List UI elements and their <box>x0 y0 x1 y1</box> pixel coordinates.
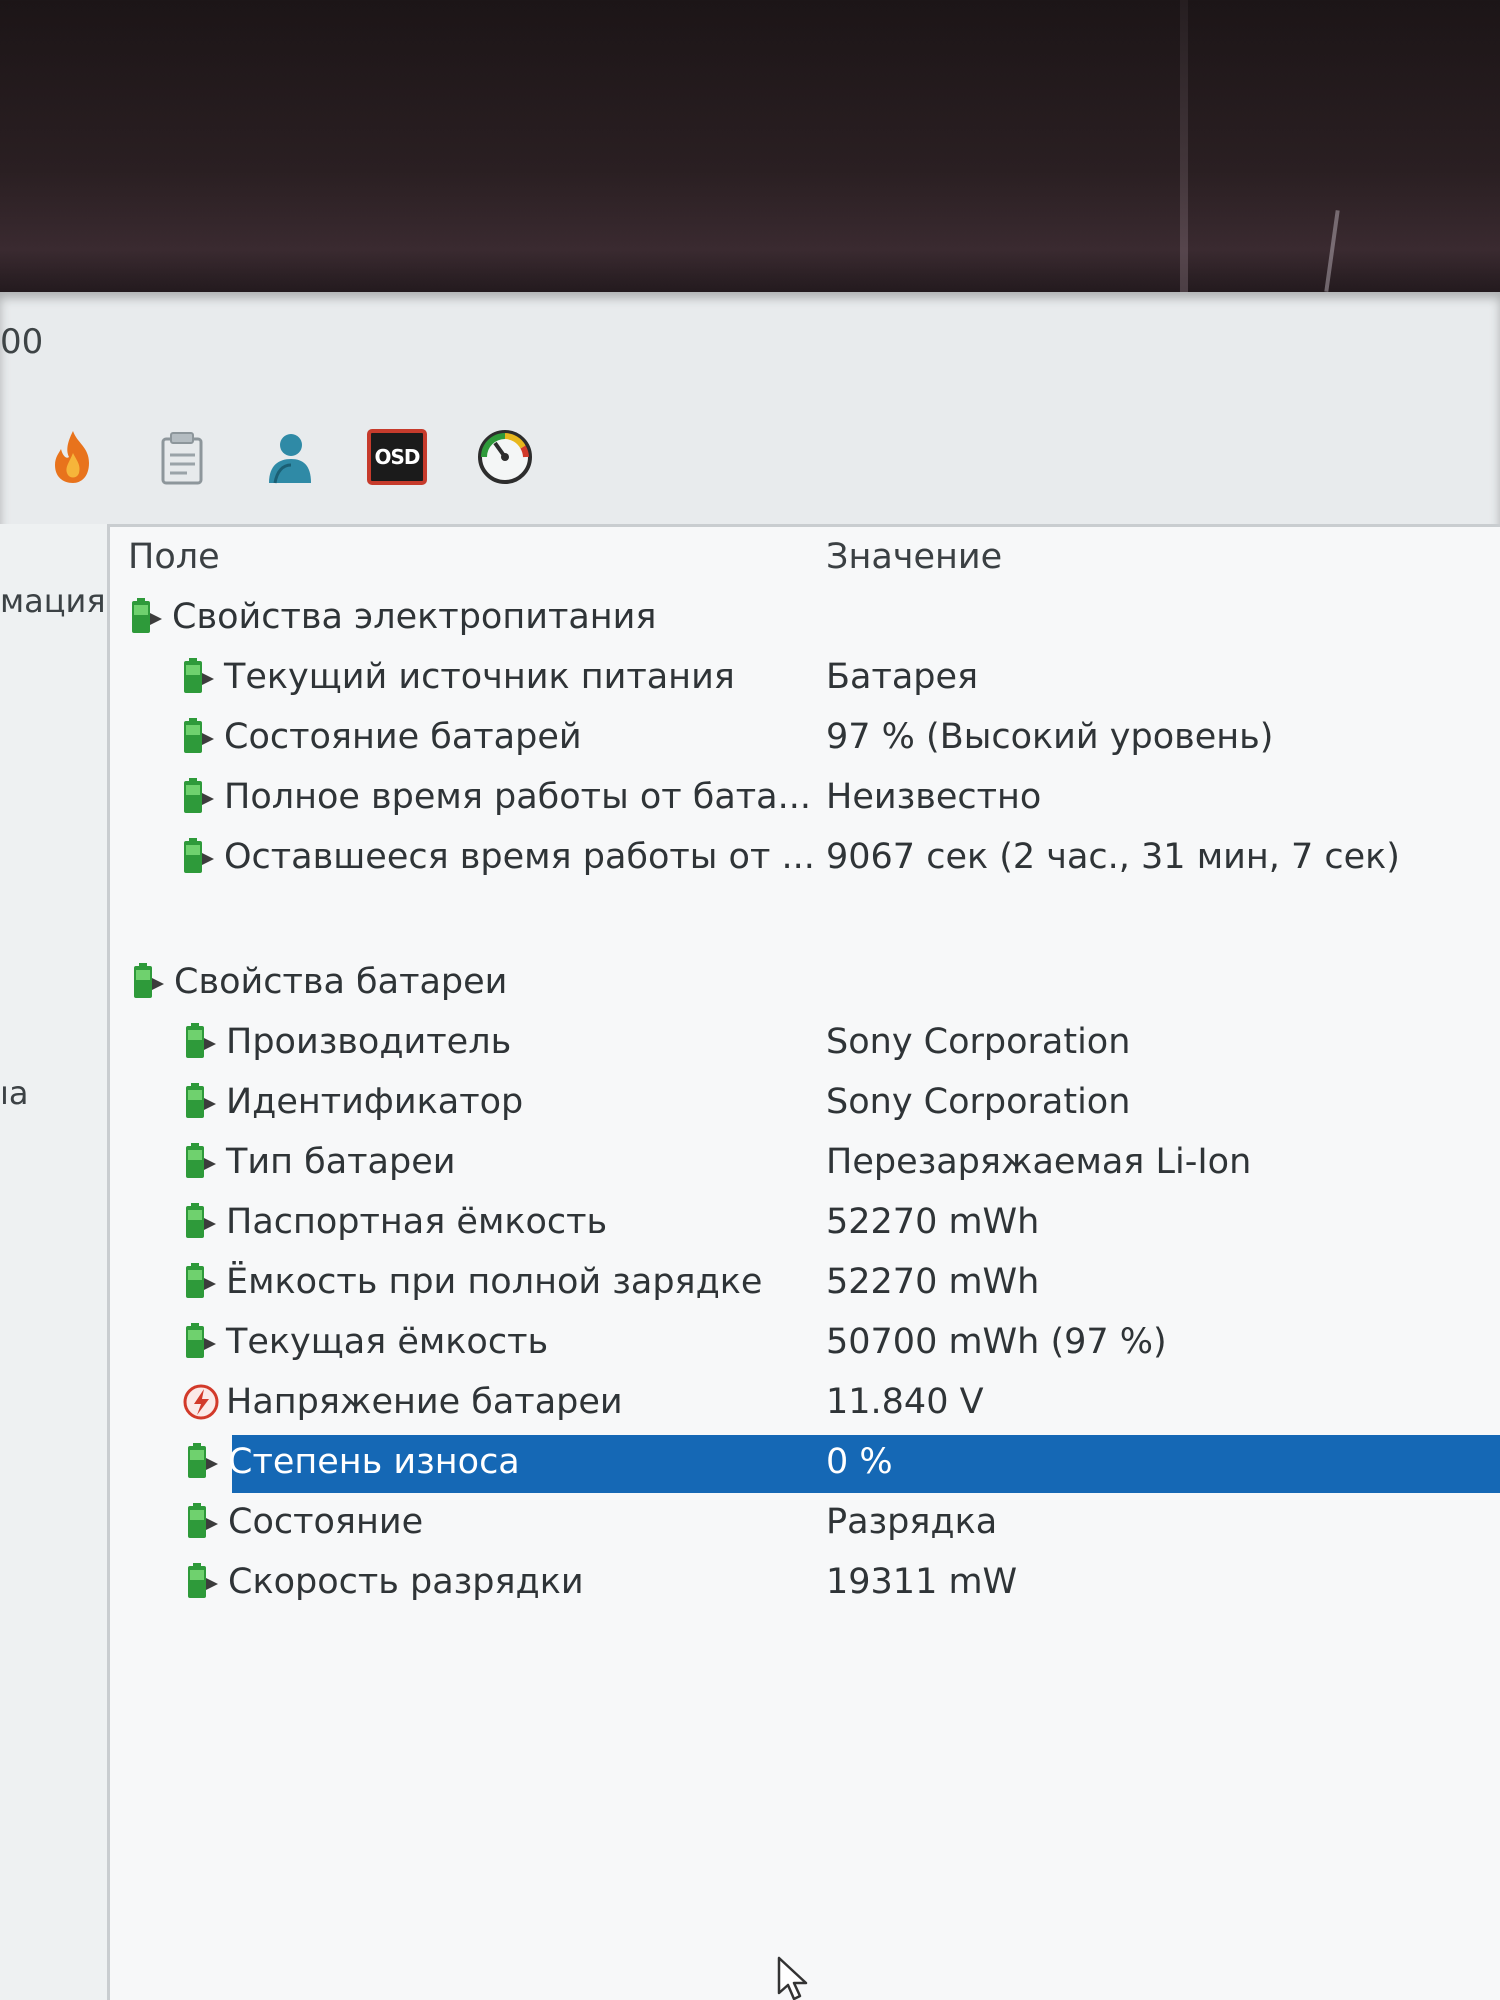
app-window: 00 OSD мация ıa Поле Значение Свойства э… <box>0 292 1500 2000</box>
field-label: Оставшееся время работы от ... <box>224 837 815 877</box>
osd-icon: OSD <box>367 429 427 485</box>
list-item[interactable]: Состояние батарей 97 % (Высокий уровень) <box>110 710 1500 770</box>
field-value: 52270 mWh <box>826 1262 1040 1302</box>
field-label: Текущая ёмкость <box>226 1322 549 1362</box>
battery-icon <box>184 838 214 873</box>
field-value: 9067 сек (2 час., 31 мин, 7 сек) <box>826 837 1400 877</box>
field-label: Состояние <box>228 1502 424 1542</box>
field-label: Ёмкость при полной зарядке <box>226 1262 763 1302</box>
field-label: Напряжение батареи <box>226 1382 623 1422</box>
toolbar: OSD <box>40 422 538 492</box>
list-item[interactable]: Напряжение батареи 11.840 V <box>110 1375 1500 1435</box>
field-value: 11.840 V <box>826 1382 984 1422</box>
sidebar-tree: мация ıa <box>0 524 110 2000</box>
battery-icon <box>186 1023 216 1058</box>
properties-list: Поле Значение Свойства электропитания Те… <box>110 524 1500 2000</box>
field-value: 19311 mW <box>826 1562 1018 1602</box>
list-header: Поле Значение <box>110 527 1500 585</box>
field-label: Производитель <box>226 1022 512 1062</box>
gauge-icon[interactable] <box>472 424 538 490</box>
battery-icon <box>134 963 164 998</box>
list-item[interactable]: Скорость разрядки 19311 mW <box>110 1555 1500 1615</box>
mouse-cursor-icon <box>777 1956 808 2000</box>
field-value: Перезаряжаемая Li-Ion <box>826 1142 1252 1182</box>
group-title: Свойства батареи <box>174 962 508 1002</box>
list-item[interactable]: Производитель Sony Corporation <box>110 1015 1500 1075</box>
list-item[interactable]: Тип батареи Перезаряжаемая Li-Ion <box>110 1135 1500 1195</box>
battery-icon <box>188 1443 218 1478</box>
battery-icon <box>186 1143 216 1178</box>
battery-icon <box>184 658 214 693</box>
battery-icon <box>184 778 214 813</box>
field-label: Текущий источник питания <box>224 657 735 697</box>
sidebar-item[interactable]: ıa <box>0 1074 29 1112</box>
flame-icon[interactable] <box>40 424 106 490</box>
battery-icon <box>186 1263 216 1298</box>
osd-button[interactable]: OSD <box>364 424 430 490</box>
group-battery-properties[interactable]: Свойства батареи <box>110 955 1500 1015</box>
column-header-value[interactable]: Значение <box>826 537 1002 577</box>
list-item[interactable]: Текущая ёмкость 50700 mWh (97 %) <box>110 1315 1500 1375</box>
battery-icon <box>132 598 162 633</box>
list-item-selected[interactable]: Степень износа 0 % <box>110 1435 1500 1495</box>
list-item[interactable]: Ёмкость при полной зарядке 52270 mWh <box>110 1255 1500 1315</box>
field-value: Sony Corporation <box>826 1082 1131 1122</box>
field-value: Sony Corporation <box>826 1022 1131 1062</box>
user-icon[interactable] <box>256 424 322 490</box>
battery-icon <box>184 718 214 753</box>
list-item[interactable]: Полное время работы от бата... Неизвестн… <box>110 770 1500 830</box>
report-icon[interactable] <box>148 424 214 490</box>
list-item[interactable]: Оставшееся время работы от ... 9067 сек … <box>110 830 1500 890</box>
monitor-bezel <box>1180 0 1188 292</box>
field-value: Батарея <box>826 657 979 697</box>
column-header-field[interactable]: Поле <box>128 537 220 577</box>
field-value: Разрядка <box>826 1502 998 1542</box>
list-item[interactable]: Состояние Разрядка <box>110 1495 1500 1555</box>
field-value: 52270 mWh <box>826 1202 1040 1242</box>
field-label: Паспортная ёмкость <box>226 1202 608 1242</box>
monitor-glare <box>1324 210 1340 292</box>
battery-icon <box>188 1503 218 1538</box>
sidebar-item[interactable]: мация <box>0 582 106 620</box>
battery-icon <box>188 1563 218 1598</box>
field-value: 97 % (Высокий уровень) <box>826 717 1274 757</box>
list-item[interactable]: Идентификатор Sony Corporation <box>110 1075 1500 1135</box>
battery-icon <box>186 1323 216 1358</box>
field-label: Степень износа <box>228 1442 520 1482</box>
voltage-icon <box>183 1384 219 1420</box>
field-value: 50700 mWh (97 %) <box>826 1322 1167 1362</box>
field-label: Идентификатор <box>226 1082 524 1122</box>
group-title: Свойства электропитания <box>172 597 657 637</box>
window-title: 00 <box>0 322 44 362</box>
field-label: Полное время работы от бата... <box>224 777 812 817</box>
field-label: Состояние батарей <box>224 717 582 757</box>
field-label: Тип батареи <box>226 1142 456 1182</box>
field-value: 0 % <box>826 1442 893 1482</box>
group-power-properties[interactable]: Свойства электропитания <box>110 590 1500 650</box>
battery-icon <box>186 1203 216 1238</box>
list-item[interactable]: Паспортная ёмкость 52270 mWh <box>110 1195 1500 1255</box>
battery-icon <box>186 1083 216 1118</box>
field-label: Скорость разрядки <box>228 1562 584 1602</box>
field-value: Неизвестно <box>826 777 1042 817</box>
list-item[interactable]: Текущий источник питания Батарея <box>110 650 1500 710</box>
